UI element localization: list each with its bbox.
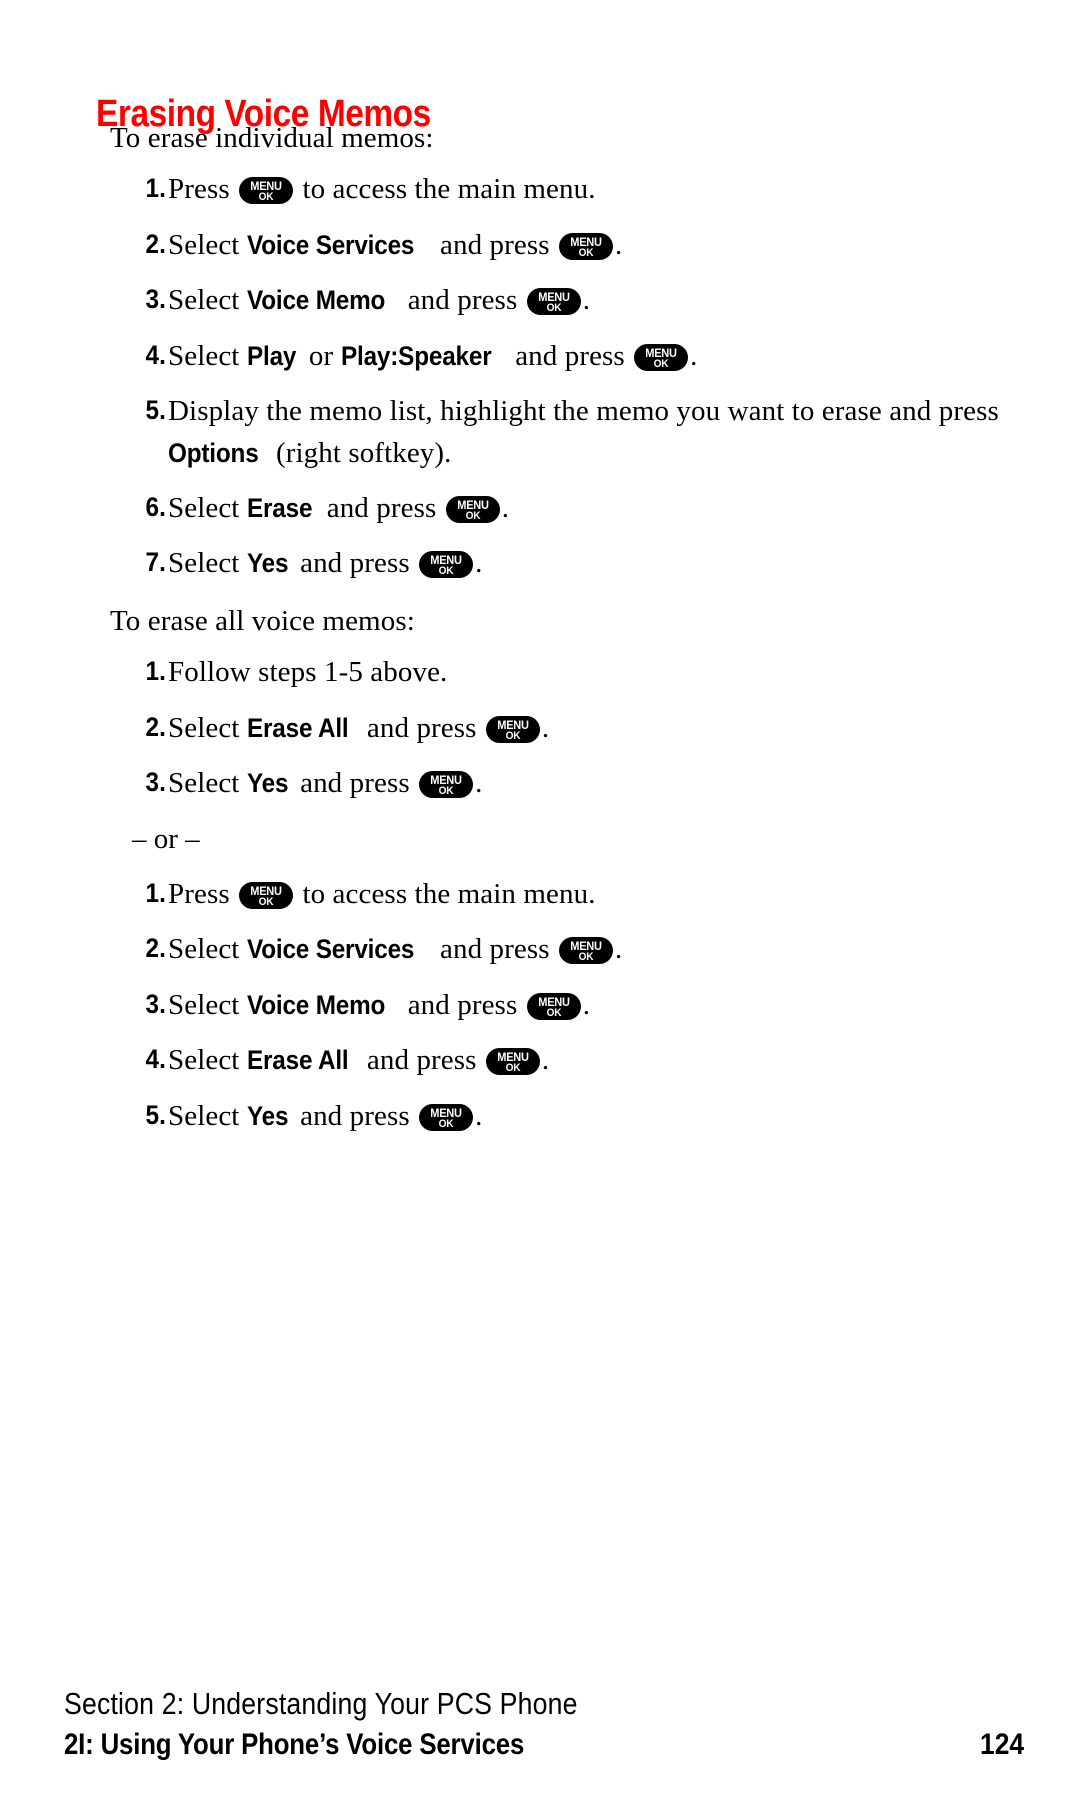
footer-bottom-row: 2I: Using Your Phone’s Voice Services 12… (64, 1728, 1024, 1762)
menu-term: Voice Memo (246, 989, 386, 1020)
page-content: To erase individual memos: 1. Press MENU O… (0, 118, 1080, 1151)
menu-ok-key-line2: OK (546, 302, 562, 315)
menu-ok-key-icon: MENU OK (419, 771, 474, 799)
menu-ok-key-icon: MENU OK (526, 288, 581, 316)
step-number: 3. (145, 988, 166, 1019)
menu-ok-key-icon: MENU OK (558, 232, 613, 260)
steps-erase-all: 1. Follow steps 1-5 above. 2. Select Erase … (0, 652, 1080, 804)
step-item: 7. Select Yes and press MENU OK. (0, 543, 1080, 584)
step-number: 7. (145, 547, 166, 578)
menu-ok-key-icon: MENU OK (485, 1048, 540, 1076)
step-item: 5. Display the memo list, highlight the m… (0, 391, 1080, 474)
step-item: 5. Select Yes and press MENU OK. (0, 1096, 1080, 1137)
menu-ok-key-icon: MENU OK (558, 937, 613, 965)
menu-ok-key-line2: OK (465, 509, 481, 522)
page-footer: Section 2: Understanding Your PCS Phone … (64, 1686, 1024, 1762)
menu-ok-key-icon: MENU OK (485, 715, 540, 743)
step-number: 2. (145, 933, 166, 964)
steps-erase-individual: 1. Press MENU OK to access the main menu. 2… (0, 169, 1080, 585)
menu-ok-key-icon: MENU OK (526, 992, 581, 1020)
menu-term: Yes (246, 768, 289, 799)
step-number: 5. (145, 395, 166, 426)
menu-term: Voice Services (246, 229, 415, 260)
step-item: 4. Select Erase All and press MENU OK. (0, 1040, 1080, 1081)
menu-ok-key-line2: OK (438, 785, 454, 798)
lead-erase-all: To erase all voice memos: (110, 604, 415, 637)
step-number: 5. (145, 1099, 166, 1130)
menu-ok-key-line2: OK (578, 246, 594, 259)
menu-ok-key-icon: MENU OK (634, 343, 689, 371)
step-item: 3. Select Voice Memo and press MENU OK. (0, 280, 1080, 321)
menu-ok-key-line2: OK (258, 191, 274, 204)
menu-ok-key-icon: MENU OK (419, 1103, 474, 1131)
footer-section-label: Section 2: Understanding Your PCS Phone (64, 1686, 578, 1721)
menu-term: Yes (246, 1100, 289, 1131)
footer-chapter-label: 2I: Using Your Phone’s Voice Services (64, 1728, 525, 1761)
step-item: 2. Select Voice Services and press MENU OK… (0, 929, 1080, 970)
step-number: 1. (145, 877, 166, 908)
menu-ok-key-line2: OK (438, 1117, 454, 1130)
steps-erase-all-alt: 1. Press MENU OK to access the main menu. 2… (0, 874, 1080, 1137)
step-item: 3. Select Voice Memo and press MENU OK. (0, 985, 1080, 1026)
menu-term: Options (168, 437, 259, 468)
menu-term: Yes (246, 548, 289, 579)
step-item: 3. Select Yes and press MENU OK. (0, 763, 1080, 804)
step-number: 3. (145, 284, 166, 315)
menu-ok-key-line2: OK (258, 895, 274, 908)
step-item: 1. Press MENU OK to access the main menu. (0, 169, 1080, 210)
menu-ok-key-line2: OK (653, 357, 669, 370)
step-item: 4. Select Play or Play:Speaker and press … (0, 336, 1080, 377)
menu-ok-key-line2: OK (505, 729, 521, 742)
step-number: 1. (145, 656, 166, 687)
menu-term: Play (246, 340, 297, 371)
menu-ok-key-icon: MENU OK (239, 177, 294, 205)
menu-term: Erase (246, 492, 313, 523)
step-item: 2. Select Erase All and press MENU OK. (0, 708, 1080, 749)
manual-page: Erasing Voice Memos To erase individual … (0, 0, 1080, 1800)
page-number: 124 (979, 1728, 1024, 1761)
step-item: 1. Press MENU OK to access the main menu. (0, 874, 1080, 915)
step-item: 6. Select Erase and press MENU OK. (0, 488, 1080, 529)
menu-term: Voice Services (246, 934, 415, 965)
menu-ok-key-icon: MENU OK (239, 881, 294, 909)
menu-term: Voice Memo (246, 285, 386, 316)
step-item: 2. Select Voice Services and press MENU OK… (0, 225, 1080, 266)
menu-term: Erase All (246, 712, 349, 743)
menu-term: Play:Speaker (340, 340, 492, 371)
step-number: 6. (145, 491, 166, 522)
menu-ok-key-line2: OK (546, 1006, 562, 1019)
step-number: 3. (145, 767, 166, 798)
menu-term: Erase All (246, 1045, 349, 1076)
menu-ok-key-line2: OK (578, 951, 594, 964)
step-number: 4. (145, 1044, 166, 1075)
menu-ok-key-line2: OK (438, 565, 454, 578)
step-number: 1. (145, 173, 166, 204)
menu-ok-key-icon: MENU OK (419, 551, 474, 579)
menu-ok-key-line2: OK (505, 1062, 521, 1075)
step-number: 4. (145, 339, 166, 370)
or-divider: – or – (132, 822, 200, 855)
step-item: 1. Follow steps 1-5 above. (0, 652, 1080, 693)
lead-erase-individual: To erase individual memos: (110, 122, 434, 154)
menu-ok-key-icon: MENU OK (445, 495, 500, 523)
step-number: 2. (145, 228, 166, 259)
step-number: 2. (145, 711, 166, 742)
